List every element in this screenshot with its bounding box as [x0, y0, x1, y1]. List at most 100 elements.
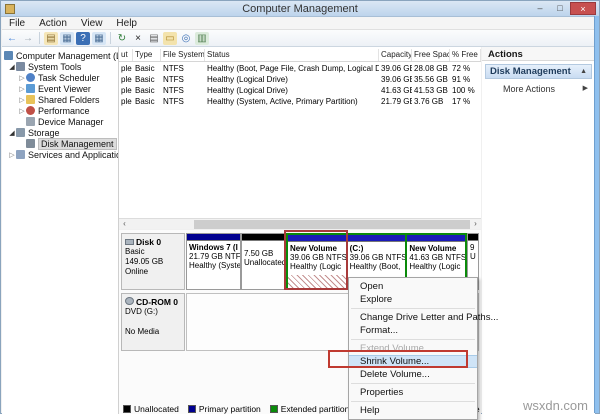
export-list-icon[interactable]: ▤: [44, 31, 58, 45]
storage-icon: [16, 128, 25, 137]
watermark: wsxdn.com: [522, 398, 588, 413]
column-type[interactable]: Type: [133, 49, 161, 61]
column-layout[interactable]: ut: [119, 49, 133, 61]
actions-panel-title: Actions: [482, 47, 595, 61]
tree-item-services-and-applications[interactable]: ▷ Services and Applications: [2, 149, 118, 160]
partition-unallocated-7-50[interactable]: 7.50 GB Unallocated: [241, 233, 286, 290]
volume-row-new-volume-1[interactable]: ple Basic NTFS Healthy (Logical Drive) 3…: [119, 75, 481, 86]
menu-action[interactable]: Action: [32, 18, 74, 29]
performance-icon: [26, 106, 35, 115]
unallocated-color-bar: [242, 234, 285, 241]
title-bar: Computer Management – □ ×: [1, 1, 599, 17]
console-window-icon[interactable]: ▦: [60, 31, 74, 45]
primary-partition-color-bar: [187, 234, 240, 241]
expander-icon[interactable]: ▷: [18, 107, 26, 115]
event-viewer-icon: [26, 84, 35, 93]
chevron-right-icon: ▶: [582, 85, 588, 92]
delete-icon[interactable]: ×: [131, 32, 145, 45]
menu-item-help[interactable]: Help: [349, 404, 477, 417]
cdrom-label[interactable]: CD-ROM 0 DVD (G:) No Media: [121, 293, 185, 351]
menu-item-open[interactable]: Open: [349, 280, 477, 293]
scroll-left-icon[interactable]: ‹: [119, 219, 130, 229]
menu-file[interactable]: File: [2, 18, 32, 29]
legend-primary-partition: Primary partition: [187, 404, 261, 414]
volume-row-new-volume-2[interactable]: ple Basic NTFS Healthy (Logical Drive) 4…: [119, 86, 481, 97]
column-capacity[interactable]: Capacity: [379, 49, 412, 61]
expander-icon[interactable]: ▷: [18, 96, 26, 104]
horizontal-scrollbar[interactable]: ‹ ›: [119, 218, 481, 229]
column-percent-free[interactable]: % Free: [450, 49, 481, 61]
tree-item-device-manager[interactable]: Device Manager: [2, 116, 118, 127]
back-icon[interactable]: ←: [5, 32, 19, 45]
collapse-icon[interactable]: ▲: [580, 68, 587, 75]
cdrom-type: DVD (G:): [125, 307, 158, 316]
services-icon: [16, 150, 25, 159]
column-file-system[interactable]: File System: [161, 49, 205, 61]
settings-icon[interactable]: ▥: [195, 31, 209, 45]
cdrom-icon: [125, 297, 134, 305]
menu-help[interactable]: Help: [109, 18, 144, 29]
logical-drive-color-bar: [347, 235, 406, 242]
expander-icon[interactable]: ◢: [8, 129, 16, 137]
menu-item-explore[interactable]: Explore: [349, 293, 477, 306]
computer-icon: [4, 51, 13, 60]
legend-swatch-primary: [187, 405, 196, 413]
menu-item-properties[interactable]: Properties: [349, 386, 477, 399]
tree-item-task-scheduler[interactable]: ▷ Task Scheduler: [2, 72, 118, 83]
tree-item-event-viewer[interactable]: ▷ Event Viewer: [2, 83, 118, 94]
properties-icon[interactable]: ▤: [147, 32, 161, 45]
maximize-button[interactable]: □: [550, 2, 570, 15]
logical-drive-color-bar: [407, 235, 466, 242]
volume-row-c[interactable]: ple Basic NTFS Healthy (Boot, Page File,…: [119, 64, 481, 75]
tree-item-computer-management[interactable]: Computer Management (Local: [2, 50, 118, 61]
tree-item-storage[interactable]: ◢ Storage: [2, 127, 118, 138]
task-scheduler-icon: [26, 73, 35, 82]
expander-icon[interactable]: ▷: [18, 74, 26, 82]
unallocated-color-bar: [468, 234, 478, 241]
expander-icon[interactable]: ▷: [8, 151, 16, 159]
refresh-icon[interactable]: ↻: [115, 32, 129, 45]
close-button[interactable]: ×: [570, 2, 596, 15]
minimize-button[interactable]: –: [530, 2, 550, 15]
open-folder-icon[interactable]: ▭: [163, 31, 177, 45]
menu-separator: [351, 308, 475, 309]
menu-item-change-drive-letter[interactable]: Change Drive Letter and Paths...: [349, 311, 498, 324]
expander-icon[interactable]: ◢: [8, 63, 16, 71]
tree-item-performance[interactable]: ▷ Performance: [2, 105, 118, 116]
legend-extended-partition: Extended partition: [269, 404, 349, 414]
volume-row-windows7[interactable]: ple Basic NTFS Healthy (System, Active, …: [119, 97, 481, 108]
disk0-label[interactable]: Disk 0 Basic 149.05 GB Online: [121, 233, 185, 290]
volume-context-menu: Open Explore Change Drive Letter and Pat…: [348, 277, 498, 420]
scrollbar-thumb[interactable]: [194, 220, 470, 229]
legend-swatch-unallocated: [123, 405, 131, 413]
forward-icon[interactable]: →: [21, 32, 35, 45]
tree-item-system-tools[interactable]: ◢ System Tools: [2, 61, 118, 72]
partition-windows7[interactable]: Windows 7 (I 21.79 GB NTFS Healthy (Syst…: [186, 233, 241, 290]
menu-item-format[interactable]: Format...: [349, 324, 477, 337]
legend-unallocated: Unallocated: [123, 404, 179, 414]
actions-panel: Actions Disk Management ▲ More Actions ▶: [482, 47, 595, 414]
shared-folders-icon: [26, 95, 35, 104]
help-icon[interactable]: ?: [76, 31, 90, 45]
find-icon[interactable]: ◎: [179, 32, 193, 45]
actions-disk-management-header[interactable]: Disk Management ▲: [485, 64, 592, 79]
console-window-2-icon[interactable]: ▦: [92, 31, 106, 45]
volume-list-header: ut Type File System Status Capacity Free…: [119, 49, 481, 62]
window-right-border: [594, 16, 599, 413]
column-free-space[interactable]: Free Space: [412, 49, 450, 61]
tree-item-shared-folders[interactable]: ▷ Shared Folders: [2, 94, 118, 105]
menu-view[interactable]: View: [74, 18, 110, 29]
scroll-right-icon[interactable]: ›: [470, 219, 481, 229]
column-status[interactable]: Status: [205, 49, 379, 61]
app-icon: [5, 3, 15, 14]
menu-item-delete-volume[interactable]: Delete Volume...: [349, 368, 477, 381]
disk0-status: Online: [125, 267, 149, 276]
computer-management-window: Computer Management – □ × File Action Vi…: [0, 0, 600, 414]
expander-icon[interactable]: ▷: [18, 85, 26, 93]
window-controls: – □ ×: [530, 2, 596, 16]
more-actions-item[interactable]: More Actions ▶: [485, 84, 592, 94]
console-tree-panel: Computer Management (Local ◢ System Tool…: [2, 47, 119, 414]
menu-separator: [351, 339, 475, 340]
annotation-selected-partition: [284, 230, 348, 290]
tree-item-disk-management[interactable]: Disk Management: [2, 137, 118, 150]
